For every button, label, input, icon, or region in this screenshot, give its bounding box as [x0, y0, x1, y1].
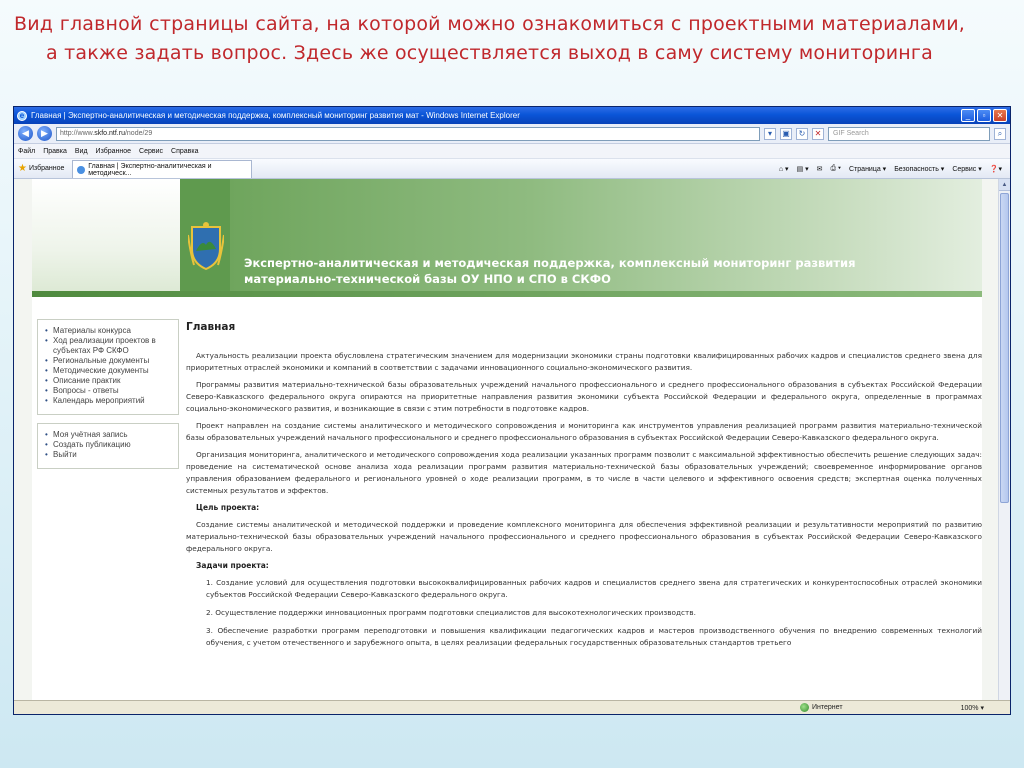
title-bar: e Главная | Экспертно-аналитическая и ме… [14, 107, 1010, 124]
goal-heading: Цель проекта: [196, 503, 260, 512]
menu-edit[interactable]: Правка [43, 148, 67, 155]
main-content: Главная Актуальность реализации проекта … [186, 321, 982, 655]
paragraph: Проект направлен на создание системы ана… [186, 421, 982, 442]
minimize-button[interactable]: _ [961, 109, 975, 122]
nav-item-regional-docs[interactable]: Региональные документы [44, 356, 172, 366]
back-button[interactable]: ◀ [18, 126, 33, 141]
menu-bar: Файл Правка Вид Избранное Сервис Справка [14, 144, 1010, 159]
search-input[interactable]: GIF Search [828, 126, 990, 141]
globe-icon [800, 703, 809, 712]
search-placeholder: GIF Search [833, 130, 869, 137]
forward-button[interactable]: ▶ [37, 126, 52, 141]
sidebar: Материалы конкурса Ход реализации проект… [37, 319, 179, 477]
nav-item-contest-materials[interactable]: Материалы конкурса [44, 326, 172, 336]
paragraph: Программы развития материально-техническ… [186, 380, 982, 413]
menu-tools[interactable]: Сервис [139, 148, 163, 155]
banner-left-panel [32, 179, 180, 297]
maximize-button[interactable]: ▫ [977, 109, 991, 122]
window-title: Главная | Экспертно-аналитическая и мето… [31, 111, 520, 120]
star-icon[interactable]: ★ [18, 163, 27, 174]
user-nav-box: Моя учётная запись Создать публикацию Вы… [37, 423, 179, 469]
favorites-bar: ★ Избранное Главная | Экспертно-аналитич… [14, 159, 1010, 179]
address-field[interactable]: http://www. skfo.ntf.ru/node/29 [56, 126, 760, 141]
tools-menu[interactable]: Сервис ▾ [952, 165, 981, 173]
search-icon[interactable]: ⌕ [994, 127, 1006, 140]
page-menu[interactable]: Страница ▾ [849, 165, 886, 173]
favorites-button[interactable]: Избранное [29, 165, 64, 172]
refresh-icon[interactable]: ↻ [796, 127, 808, 140]
address-dropdown-icon[interactable]: ▾ [764, 127, 776, 140]
tasks-list: 1. Создание условий для осуществления по… [186, 577, 982, 649]
tab-main[interactable]: Главная | Экспертно-аналитическая и мето… [72, 160, 253, 178]
task-item: 2. Осуществление поддержки инновационных… [206, 608, 696, 617]
paragraph: Актуальность реализации проекта обусловл… [186, 351, 982, 372]
banner-title: Экспертно-аналитическая и методическая п… [244, 256, 856, 286]
paragraph: Организация мониторинга, аналитического … [186, 450, 982, 495]
print-icon[interactable]: ⎙ ▾ [831, 165, 842, 173]
scroll-thumb[interactable] [1000, 193, 1009, 503]
nav-item-create-publication[interactable]: Создать публикацию [44, 440, 172, 450]
menu-view[interactable]: Вид [75, 148, 88, 155]
banner-divider [32, 291, 982, 297]
tab-ie-icon [77, 165, 86, 174]
nav-item-practices[interactable]: Описание практик [44, 376, 172, 386]
nav-item-faq[interactable]: Вопросы - ответы [44, 386, 172, 396]
nav-item-my-account[interactable]: Моя учётная запись [44, 430, 172, 440]
task-item: 3. Обеспечение разработки программ переп… [206, 626, 982, 647]
home-icon[interactable]: ⌂ ▾ [779, 165, 789, 173]
nav-item-project-progress[interactable]: Ход реализации проектов в субъектах РФ С… [44, 336, 172, 356]
address-suffix: /node/29 [124, 130, 153, 137]
safety-menu[interactable]: Безопасность ▾ [894, 165, 944, 173]
tasks-heading: Задачи проекта: [196, 561, 269, 570]
main-nav-box: Материалы конкурса Ход реализации проект… [37, 319, 179, 415]
coat-of-arms-icon [188, 222, 224, 271]
address-host: skfo.ntf.ru [94, 130, 125, 137]
menu-favorites[interactable]: Избранное [96, 148, 131, 155]
menu-file[interactable]: Файл [18, 148, 35, 155]
address-prefix: http://www. [60, 130, 95, 137]
mail-icon[interactable]: ✉ [817, 165, 823, 173]
vertical-scrollbar[interactable]: ▲ [998, 179, 1010, 700]
task-item: 1. Создание условий для осуществления по… [206, 578, 982, 599]
feeds-icon[interactable]: ▤ ▾ [797, 165, 809, 173]
nav-item-logout[interactable]: Выйти [44, 450, 172, 460]
zoom-level[interactable]: 100% ▾ [961, 704, 1010, 712]
address-bar-row: ◀ ▶ http://www. skfo.ntf.ru/node/29 ▾ ▣ ↻… [14, 124, 1010, 144]
slide-caption: Вид главной страницы сайта, на которой м… [14, 13, 965, 64]
nav-item-calendar[interactable]: Календарь мероприятий [44, 396, 172, 406]
menu-help[interactable]: Справка [171, 148, 198, 155]
security-zone: Интернет [800, 703, 843, 712]
browser-window: e Главная | Экспертно-аналитическая и ме… [13, 106, 1011, 715]
close-button[interactable]: ✕ [993, 109, 1007, 122]
tab-label: Главная | Экспертно-аналитическая и мето… [88, 162, 212, 177]
status-bar: Интернет 100% ▾ [14, 700, 1010, 714]
nav-item-methodical-docs[interactable]: Методические документы [44, 366, 172, 376]
ie-logo-icon: e [17, 110, 27, 121]
help-icon[interactable]: ❓▾ [990, 165, 1002, 173]
goal-text: Создание системы аналитической и методич… [186, 520, 982, 553]
stop-icon[interactable]: ✕ [812, 127, 824, 140]
compat-icon[interactable]: ▣ [780, 127, 792, 140]
scroll-up-icon[interactable]: ▲ [999, 179, 1010, 191]
page-title: Главная [186, 321, 236, 333]
zone-label: Интернет [812, 704, 843, 711]
